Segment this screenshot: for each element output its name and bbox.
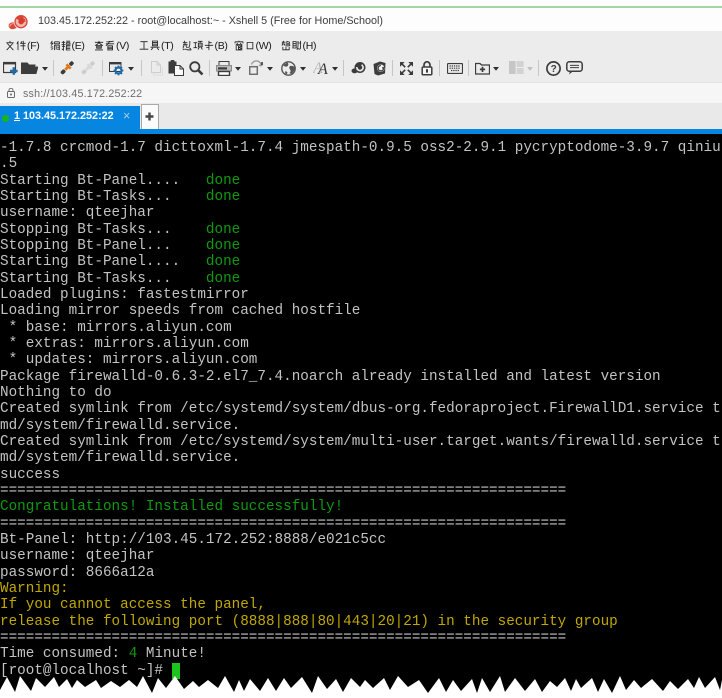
svg-text:A: A: [317, 61, 328, 76]
svg-text:?: ?: [551, 64, 557, 75]
